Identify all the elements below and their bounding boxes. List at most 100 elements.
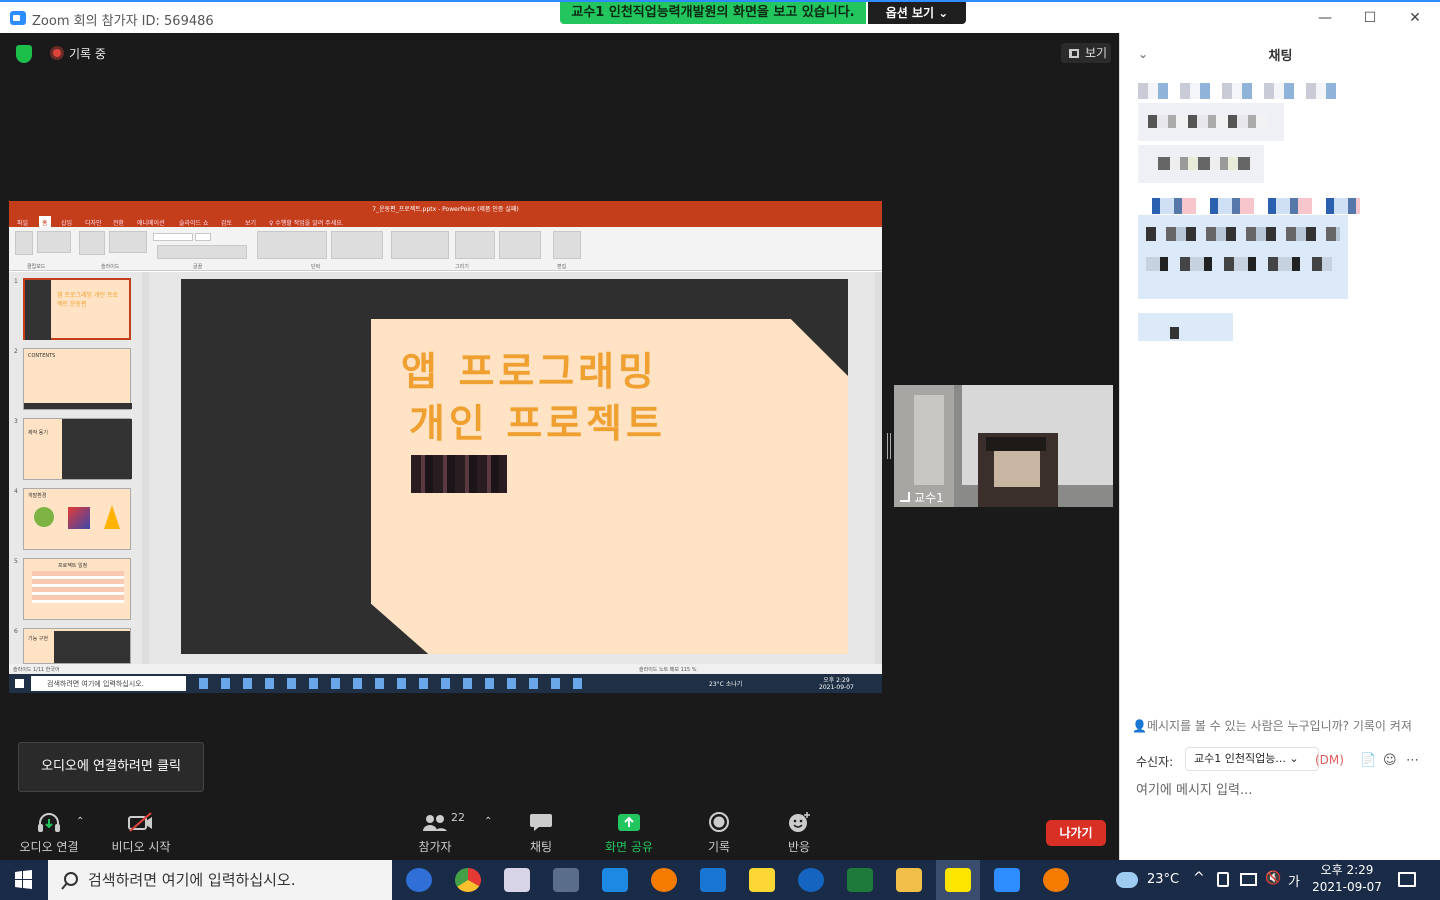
slide-thumbnail[interactable]: 개발환경 xyxy=(23,488,131,550)
slide-thumbnail[interactable]: 제작 동기 xyxy=(23,418,132,480)
calendar-icon[interactable] xyxy=(700,868,726,892)
share-screen-icon xyxy=(618,814,640,831)
file-icon[interactable]: 📄 xyxy=(1360,753,1376,768)
shared-clock: 오후 2:29 2021-09-07 xyxy=(819,677,854,691)
network-icon[interactable] xyxy=(1240,873,1257,886)
app-icon[interactable] xyxy=(602,868,628,892)
gallery-view-icon xyxy=(1069,49,1079,58)
security-shield-icon[interactable] xyxy=(16,45,32,63)
shared-search-box: 검색하려면 여기에 입력하십시오. xyxy=(31,676,186,691)
slide-thumbnail[interactable]: 기능 구현 xyxy=(23,628,131,664)
maximize-button[interactable]: ☐ xyxy=(1355,8,1385,28)
tray-caret-icon[interactable]: ^ xyxy=(1193,870,1205,886)
leave-button[interactable]: 나가기 xyxy=(1046,820,1106,846)
chat-message-input[interactable]: 여기에 메시지 입력... xyxy=(1136,779,1252,798)
share-screen-label: 화면 공유 xyxy=(605,840,653,854)
audio-options-caret[interactable]: ⌃ xyxy=(76,816,84,827)
start-video-button[interactable]: 비디오 시작 xyxy=(103,811,179,857)
edge-icon[interactable] xyxy=(406,868,432,892)
slide-thumbnail[interactable]: CONTENTS xyxy=(23,348,132,410)
ppt-menu-item: 슬라이드 쇼 xyxy=(179,220,209,227)
powerpoint-viewer-icon[interactable] xyxy=(651,868,677,892)
participants-label: 참가자 xyxy=(418,840,452,854)
close-button[interactable]: ✕ xyxy=(1400,8,1430,28)
slide-canvas: 앱 프로그래밍 개인 프로젝트 xyxy=(149,272,882,664)
powerpoint-ribbon: 클립보드 슬라이드 글꼴 단락 그리기 편집 xyxy=(9,227,882,271)
app-icon[interactable] xyxy=(1043,868,1069,892)
reactions-button[interactable]: 반응 xyxy=(767,811,831,857)
slide-thumb-text: 개발환경 xyxy=(28,493,47,499)
chat-label: 채팅 xyxy=(529,840,553,854)
slide-scrollbar[interactable] xyxy=(875,272,882,664)
ppt-menu-item: 검토 xyxy=(221,220,233,227)
ppt-status-right: 슬라이드 노트 메모 115 % xyxy=(639,667,697,673)
meeting-area: 기록 중 보기 7_운동편_프로젝트.pptx - PowerPoint (제품… xyxy=(3,33,1119,860)
shared-date: 2021-09-07 xyxy=(819,684,854,691)
input-language[interactable]: 가 xyxy=(1288,871,1300,890)
more-icon[interactable]: ⋯ xyxy=(1406,753,1420,768)
weather-icon xyxy=(1116,872,1138,888)
share-screen-button[interactable]: 화면 공유 xyxy=(593,811,665,857)
ppt-menu-item: 전환 xyxy=(113,220,125,227)
chat-icon xyxy=(530,814,552,831)
tray-device-icon[interactable] xyxy=(1217,872,1229,887)
taskbar-weather[interactable]: 23°C xyxy=(1147,872,1179,887)
recipient-dropdown[interactable]: 교수1 인천직업능... ⌄ xyxy=(1185,747,1319,771)
view-button[interactable]: 보기 xyxy=(1061,43,1111,63)
panel-resize-handle[interactable] xyxy=(887,433,891,459)
taskbar-search-box[interactable]: 검색하려면 여기에 입력하십시오. xyxy=(48,860,392,900)
slide-number: 6 xyxy=(14,628,18,635)
ribbon-group-label: 슬라이드 xyxy=(101,264,120,270)
taskbar-active-app[interactable] xyxy=(936,860,980,900)
participants-button[interactable]: 22 참가자 xyxy=(403,811,467,857)
slide-number: 4 xyxy=(14,488,18,495)
view-options-button[interactable]: 옵션 보기 ⌄ xyxy=(868,2,966,24)
record-icon xyxy=(709,812,729,832)
participants-options-caret[interactable]: ⌃ xyxy=(484,816,492,827)
current-slide: 앱 프로그래밍 개인 프로젝트 xyxy=(181,279,848,654)
recipient-label: 수신자: xyxy=(1136,755,1174,769)
blurred-message xyxy=(1138,145,1264,183)
taskbar-search-placeholder: 검색하려면 여기에 입력하십시오. xyxy=(88,871,296,889)
ppt-status-bar: 슬라이드 1/11 한국어 슬라이드 노트 메모 115 % xyxy=(9,664,882,674)
start-video-label: 비디오 시작 xyxy=(111,840,171,854)
minimize-button[interactable]: — xyxy=(1310,8,1340,28)
reactions-label: 반응 xyxy=(787,840,811,854)
slide-number: 5 xyxy=(14,558,18,565)
ppt-menu-item: 애니메이션 xyxy=(137,220,165,227)
slide-number: 1 xyxy=(14,278,18,285)
participant-name-label: 교수1 xyxy=(914,491,944,505)
slide-thumb-text: 프로젝트 일정 xyxy=(58,563,88,569)
participant-video[interactable]: 교수1 xyxy=(894,385,1113,507)
slide-thumbnail[interactable]: 프로젝트 일정 xyxy=(23,558,131,620)
windows-start-button[interactable] xyxy=(0,860,46,900)
slide-number: 3 xyxy=(14,418,18,425)
screen-share-banner: 교수1 인천직업능력개발원의 화면을 보고 있습니다. xyxy=(560,2,866,24)
volume-muted-icon[interactable]: 🔇 xyxy=(1265,871,1281,886)
slide-thumbnail[interactable]: 앱 프로그래밍 개인 프로젝트 운동편 xyxy=(23,278,131,340)
taskbar-clock[interactable]: 오후 2:29 2021-09-07 xyxy=(1308,862,1386,896)
record-button[interactable]: 기록 xyxy=(687,811,751,857)
app-icon[interactable] xyxy=(798,868,824,892)
thumbnail-scrollbar[interactable] xyxy=(142,272,149,664)
paint-icon[interactable] xyxy=(504,868,530,892)
slide-thumb-text: CONTENTS xyxy=(28,353,56,359)
view-label: 보기 xyxy=(1085,46,1108,60)
sticky-notes-icon[interactable] xyxy=(749,868,775,892)
notification-icon[interactable] xyxy=(1398,872,1416,887)
calculator-icon[interactable] xyxy=(553,868,579,892)
ribbon-group-label: 단락 xyxy=(311,264,321,270)
excel-icon[interactable] xyxy=(847,868,873,892)
emoji-icon[interactable]: ☺ xyxy=(1383,753,1397,768)
shared-taskbar: 검색하려면 여기에 입력하십시오. 23°C 소나기 오후 2:29 2021-… xyxy=(9,674,882,693)
clock-date: 2021-09-07 xyxy=(1312,880,1382,894)
chat-title: 채팅 xyxy=(1268,49,1293,64)
signal-icon xyxy=(900,492,910,502)
zoom-taskbar-icon[interactable] xyxy=(994,868,1020,892)
chat-button[interactable]: 채팅 xyxy=(509,811,573,857)
recording-label: 기록 중 xyxy=(69,47,106,61)
chat-privacy-info[interactable]: 👤메시지를 볼 수 있는 사람은 누구입니까? 기록이 켜져 xyxy=(1132,717,1432,734)
file-explorer-icon[interactable] xyxy=(896,868,922,892)
chrome-icon[interactable] xyxy=(455,868,481,892)
blurred-message xyxy=(1138,313,1233,341)
